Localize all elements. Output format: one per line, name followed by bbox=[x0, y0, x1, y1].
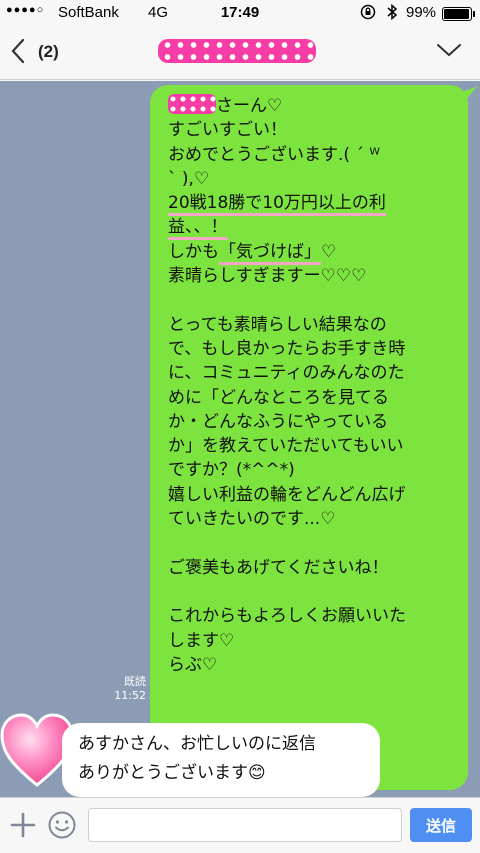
chevron-left-icon bbox=[11, 38, 25, 64]
read-label: 既読 bbox=[124, 675, 146, 688]
message-line: か・どんなふうにやっている bbox=[168, 411, 389, 432]
message-line: ていきたいのです...♡ bbox=[168, 509, 336, 530]
read-receipt: 既読 11:52 bbox=[106, 675, 146, 703]
message-line: ご褒美もあげてくださいね！ bbox=[168, 557, 389, 578]
message-line: ` ),♡ bbox=[168, 168, 210, 189]
message-line: で、もし良かったらお手すき時 bbox=[168, 338, 406, 359]
battery-icon bbox=[442, 7, 475, 21]
message-line: しかも「気づけば」♡ bbox=[168, 240, 458, 265]
message-line: らぶ♡ bbox=[168, 654, 218, 675]
message-input[interactable] bbox=[88, 808, 402, 842]
message-line: すごいすごい！ bbox=[168, 120, 287, 141]
recipient-name-redacted bbox=[168, 94, 216, 114]
message-line: します♡ bbox=[168, 630, 235, 651]
rotation-lock-icon bbox=[360, 4, 376, 23]
incoming-message-bubble[interactable]: あすかさん、お忙しいのに返信 ありがとうございます😊 bbox=[62, 723, 380, 797]
message-line: 素晴らしすぎますー♡♡♡ bbox=[168, 266, 367, 287]
chevron-down-icon[interactable] bbox=[436, 42, 462, 62]
message-line: 20戦18勝で10万円以上の利 bbox=[168, 191, 458, 217]
back-button[interactable]: (2) bbox=[8, 34, 78, 70]
message-line: か」を教えていただいてもいい bbox=[168, 436, 404, 457]
chat-header: (2) bbox=[0, 26, 480, 80]
contact-name-redacted bbox=[158, 39, 316, 63]
outgoing-message-bubble[interactable]: さーん♡ すごいすごい！ おめでとうございます.( ´ ᵂ ` ),♡ 20戦1… bbox=[150, 85, 468, 790]
highlighted-text: 20戦18勝で10万円以上の利 bbox=[168, 193, 386, 217]
message-greeting: さーん♡ bbox=[168, 94, 458, 118]
highlighted-text: 「気づけば」 bbox=[219, 241, 321, 265]
message-line: ありがとうございます😊 bbox=[78, 763, 266, 783]
message-line: とっても素晴らしい結果なの bbox=[168, 314, 387, 335]
battery-percentage: 99% bbox=[406, 4, 437, 21]
message-input-bar: 送信 bbox=[0, 797, 480, 853]
message-line: あすかさん、お忙しいのに返信 bbox=[78, 734, 316, 754]
message-line: おめでとうございます.( ´ ᵂ bbox=[168, 144, 380, 165]
highlighted-text: 益、、！ bbox=[168, 217, 228, 241]
message-line: これからもよろしくお願いいた bbox=[168, 606, 406, 627]
message-line: に、コミュニティのみんなのた bbox=[168, 363, 405, 384]
unread-count: (2) bbox=[38, 42, 59, 61]
bluetooth-icon bbox=[386, 3, 398, 25]
message-line: めに「どんなところを見てる bbox=[168, 387, 389, 408]
plus-icon[interactable] bbox=[8, 810, 38, 844]
message-line: ですか？(*^^*) bbox=[168, 460, 295, 481]
message-line: 嬉しい利益の輪をどんどん広げ bbox=[168, 484, 406, 505]
send-button[interactable]: 送信 bbox=[410, 808, 472, 842]
status-bar: ●●●●○ SoftBank 4G 17:49 99% bbox=[0, 0, 480, 26]
emoji-icon[interactable] bbox=[47, 810, 77, 844]
message-line: 益、、！ bbox=[168, 215, 458, 241]
chat-area[interactable]: さーん♡ すごいすごい！ おめでとうございます.( ´ ᵂ ` ),♡ 20戦1… bbox=[0, 81, 480, 797]
message-time: 11:52 bbox=[114, 689, 146, 702]
